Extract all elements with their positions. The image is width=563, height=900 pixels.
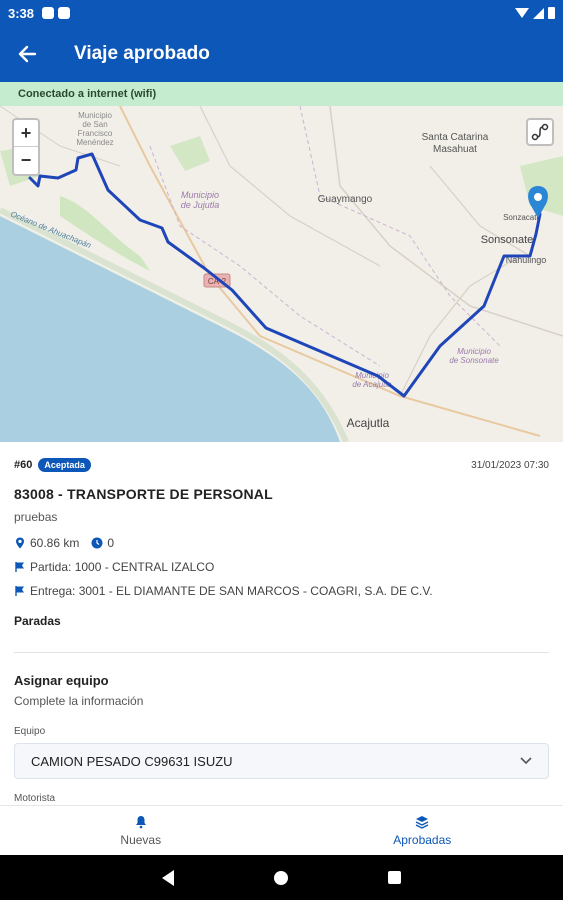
assign-subtitle: Complete la información [14,694,144,708]
stops-heading: Paradas [14,614,61,628]
map-label-sonzacate: Sonzacate [503,213,541,222]
nav-approved-label: Aprobadas [393,832,452,847]
back-nav-icon[interactable] [162,869,174,886]
back-button[interactable] [0,26,54,82]
battery-icon [548,7,555,19]
map-label-guaymango: Guaymango [318,194,373,205]
status-time: 3:38 [8,5,35,21]
equipment-value: CAMION PESADO C99631 ISUZU [31,753,233,769]
flag-icon [15,586,24,596]
zoom-control: + − [12,118,40,176]
duration-value: 0 [107,536,115,550]
route-toggle-button[interactable] [526,118,554,146]
bell-icon [135,815,146,828]
delivery-row: Entrega: 3001 - EL DIAMANTE DE SAN MARCO… [14,584,549,598]
route-map[interactable]: Municipio de San Francisco Menéndez Municip… [0,106,563,442]
trip-id: #60 [14,459,33,471]
map-label-acajutla: Acajutla [347,416,390,430]
map-label-san-francisco: Municipio de San Francisco Menéndez [76,111,113,147]
status-badge: Aceptada [38,458,91,472]
wifi-icon [515,8,529,18]
location-pin-icon [16,537,24,549]
trip-meta: 60.86 km 0 [14,536,549,550]
recents-nav-icon[interactable] [388,871,401,884]
equipment-label: Equipo [14,726,46,737]
equipment-select[interactable]: CAMION PESADO C99631 ISUZU [14,743,549,779]
bottom-nav: Nuevas Aprobadas [0,805,563,855]
nav-new-label: Nuevas [120,832,162,847]
trip-subtitle: pruebas [14,510,58,524]
departure-text: Partida: 1000 - CENTRAL IZALCO [30,560,215,574]
distance-value: 60.86 km [30,536,80,550]
nav-new[interactable]: Nuevas [0,806,282,855]
app-bar: Viaje aprobado [0,26,563,82]
nav-approved[interactable]: Aprobadas [282,806,563,855]
flag-icon [15,562,24,572]
connection-banner: Conectado a internet (wifi) [0,82,563,106]
trip-header-row: #60 Aceptada 31/01/2023 07:30 [14,458,549,472]
status-bar: 3:38 [0,0,563,26]
page-title: Viaje aprobado [74,43,210,64]
map-canvas[interactable]: Municipio de San Francisco Menéndez Municip… [0,106,563,442]
map-label-jujutla: Municipio de Jujutla [181,190,220,210]
driver-label: Motorista [14,793,56,804]
delivery-text: Entrega: 3001 - EL DIAMANTE DE SAN MARCO… [30,584,433,598]
trip-date: 31/01/2023 07:30 [471,459,549,471]
route-icon [531,123,549,141]
zoom-out-button[interactable]: − [14,147,38,174]
map-label-sonsonate: Sonsonate [481,234,534,246]
arrow-left-icon [18,45,37,63]
home-nav-icon[interactable] [274,870,288,885]
signal-icon [533,7,544,19]
sim-icon [58,7,71,19]
trip-details: #60 Aceptada 31/01/2023 07:30 83008 - TR… [0,442,563,804]
clock-icon [91,537,103,549]
divider [14,652,549,653]
system-nav-bar [0,855,563,900]
chevron-down-icon [520,757,532,765]
notification-icon [42,7,55,19]
zoom-in-button[interactable]: + [14,120,38,147]
assign-heading: Asignar equipo [14,673,109,688]
trip-title: 83008 - TRANSPORTE DE PERSONAL [14,486,273,502]
layers-icon [415,815,429,829]
departure-row: Partida: 1000 - CENTRAL IZALCO [14,560,549,574]
